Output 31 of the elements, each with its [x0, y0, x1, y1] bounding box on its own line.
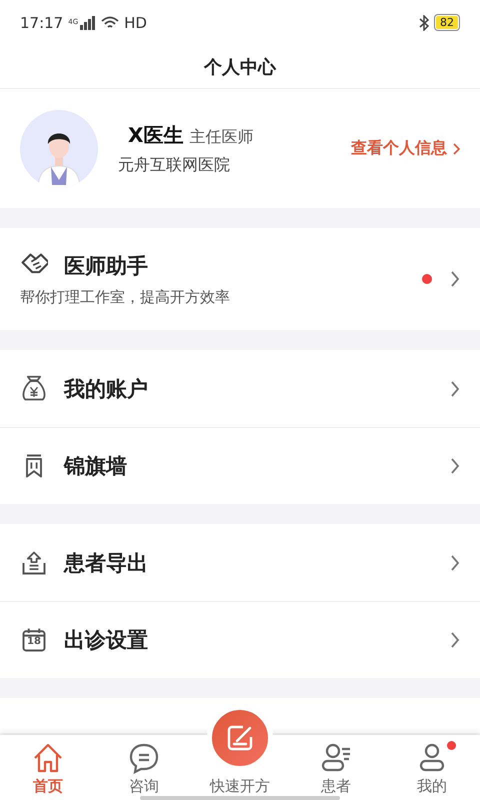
chat-icon — [127, 741, 161, 775]
menu-item[interactable]: 患者导出 — [0, 524, 480, 601]
clock-time: 17:17 — [20, 14, 64, 32]
tab-item[interactable]: 咨询 — [96, 735, 192, 800]
money-bag-icon — [20, 374, 48, 402]
menu-item[interactable]: 18 出诊设置 — [0, 601, 480, 678]
battery-level: 82 — [436, 16, 458, 29]
tab-item[interactable]: 患者 — [288, 735, 384, 800]
chevron-icon — [450, 270, 460, 288]
doctor-title: 主任医师 — [189, 126, 254, 146]
view-profile-link[interactable]: 查看个人信息 — [351, 138, 460, 159]
chevron-icon — [453, 142, 460, 154]
chevron-icon — [450, 554, 460, 572]
menu-item[interactable]: 医师助手 帮你打理工作室，提高开方效率 — [0, 228, 480, 330]
chevron-icon — [450, 380, 460, 398]
chevron-icon — [450, 457, 460, 475]
hospital-name: 元舟互联网医院 — [118, 154, 231, 176]
menu-item[interactable]: 锦旗墙 — [0, 427, 480, 504]
chevron-icon — [450, 631, 460, 649]
wifi-icon — [101, 16, 120, 30]
hd-label: HD — [124, 14, 147, 32]
menu-subtitle: 帮你打理工作室，提高开方效率 — [20, 288, 231, 306]
tab-item[interactable]: 我的 — [384, 735, 480, 800]
page-title: 个人中心 — [204, 56, 276, 78]
tab-item[interactable]: 首页 — [0, 735, 96, 800]
signal-icon — [80, 16, 96, 30]
menu-item[interactable]: 我的账户 — [0, 350, 480, 427]
tab-item[interactable]: 快速开方 — [192, 776, 288, 800]
upload-icon — [20, 548, 48, 576]
bluetooth-icon — [419, 14, 429, 30]
doctor-name: X医生 — [128, 122, 184, 146]
